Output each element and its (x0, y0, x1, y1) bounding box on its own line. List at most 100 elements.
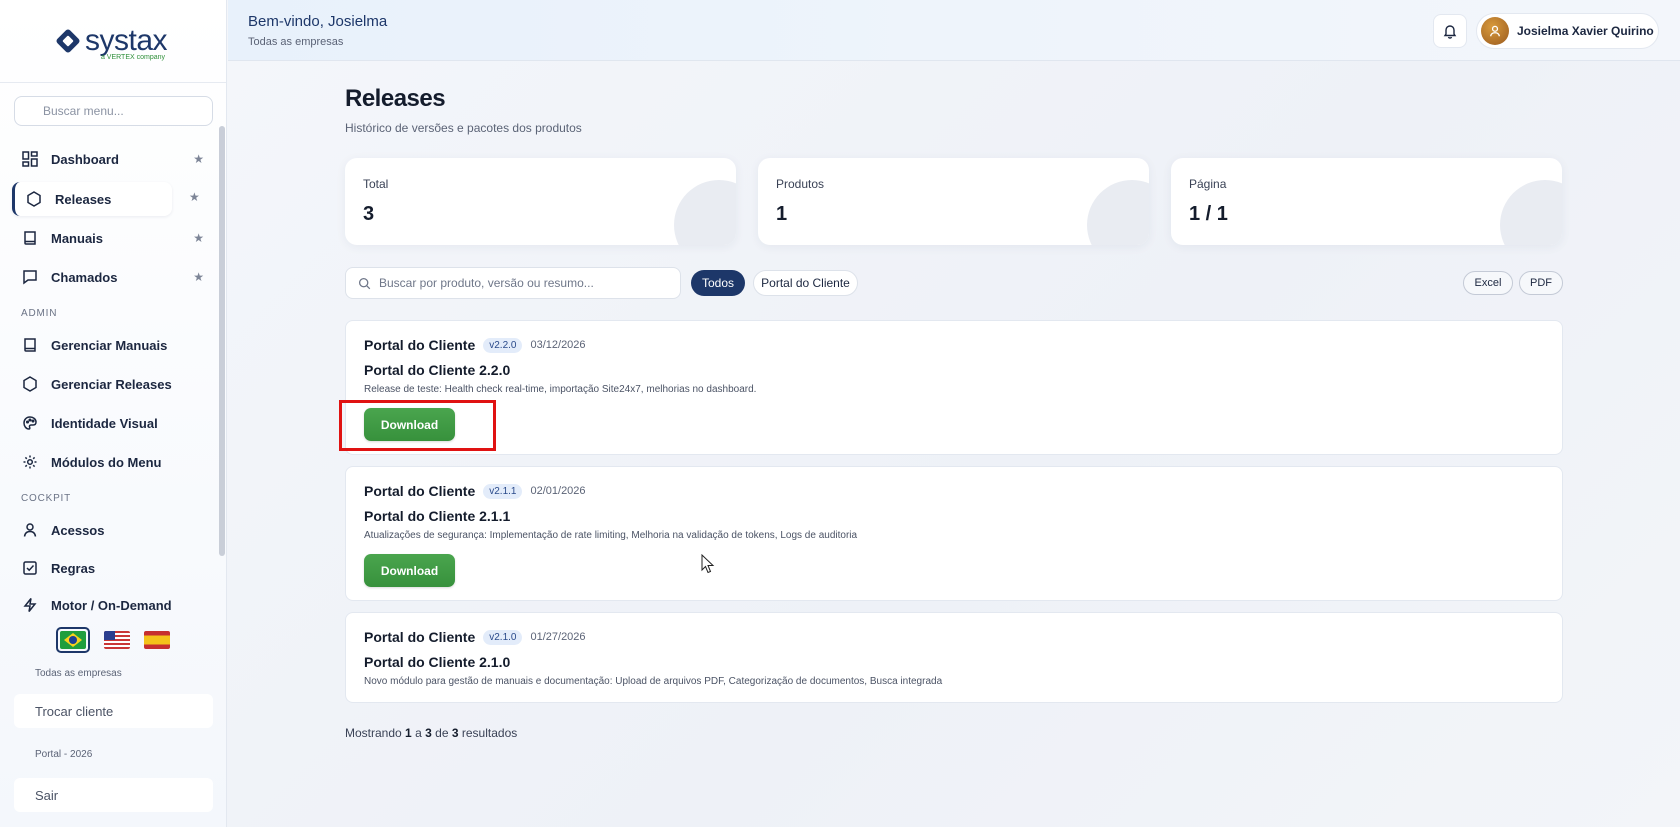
sidebar-item-manuais[interactable]: Manuais ★ (12, 221, 212, 255)
logo-mark-icon (55, 27, 81, 54)
star-icon[interactable]: ★ (193, 231, 204, 245)
stat-value: 3 (363, 203, 375, 225)
sidebar-item-label: Identidade Visual (51, 415, 158, 431)
welcome-text: Bem-vindo, Josielma (248, 13, 388, 30)
portal-year-label: Portal - 2026 (35, 749, 93, 760)
language-pt-br[interactable] (56, 627, 90, 653)
language-switcher (56, 627, 170, 653)
release-title: Portal do Cliente 2.1.1 (364, 508, 511, 524)
version-badge: v2.1.1 (483, 483, 523, 499)
star-icon[interactable]: ★ (193, 270, 204, 284)
release-product: Portal do Cliente (364, 337, 476, 353)
bell-icon (1442, 23, 1458, 39)
sidebar-item-dashboard[interactable]: Dashboard ★ (12, 142, 212, 176)
stat-card-total: Total 3 (345, 158, 736, 245)
pagination-sep: a (415, 726, 422, 740)
stat-label: Página (1189, 177, 1227, 191)
company-scope-label: Todas as empresas (35, 668, 122, 679)
avatar (1481, 17, 1509, 45)
logo-tagline: a VERTEX company (100, 53, 166, 61)
sidebar-scrollbar[interactable] (219, 126, 225, 556)
release-card: Portal do Cliente v2.2.0 03/12/2026 Port… (345, 320, 1563, 455)
pagination-prefix: Mostrando (345, 726, 402, 740)
release-search-input[interactable]: Buscar por produto, versão ou resumo... (345, 267, 681, 299)
welcome-scope: Todas as empresas (248, 36, 344, 48)
menu-search-input[interactable]: Buscar menu... (14, 96, 213, 126)
export-excel-button[interactable]: Excel (1463, 271, 1513, 295)
mouse-cursor-icon (701, 553, 715, 579)
section-label-admin: ADMIN (21, 308, 58, 319)
sidebar-item-label: Motor / On-Demand (51, 597, 172, 613)
sidebar-item-label: Manuais (51, 230, 104, 246)
sidebar-item-gerenciar-releases[interactable]: Gerenciar Releases (12, 367, 212, 401)
pagination-suffix: resultados (461, 726, 518, 740)
card-decoration (674, 180, 736, 245)
sidebar-item-gerenciar-manuais[interactable]: Gerenciar Manuais (12, 328, 212, 362)
release-date: 03/12/2026 (530, 339, 586, 351)
pagination-total: 3 (451, 726, 459, 740)
book-icon (20, 228, 40, 248)
topbar: Bem-vindo, Josielma Todas as empresas Jo… (228, 0, 1680, 61)
sidebar-item-regras[interactable]: Regras (12, 551, 212, 585)
star-icon[interactable]: ★ (189, 190, 200, 204)
logo-text: systax (84, 23, 168, 57)
stat-card-pagina: Página 1 / 1 (1171, 158, 1562, 245)
usa-flag-icon[interactable] (104, 631, 130, 649)
stat-label: Total (363, 177, 389, 191)
version-badge: v2.2.0 (483, 337, 523, 353)
sidebar-item-modulos-do-menu[interactable]: Módulos do Menu (12, 445, 212, 479)
user-menu[interactable]: Josielma Xavier Quirino (1476, 13, 1659, 49)
menu-search-placeholder: Buscar menu... (43, 104, 124, 118)
user-name: Josielma Xavier Quirino (1517, 24, 1654, 38)
pagination-to: 3 (425, 726, 432, 740)
page-subtitle: Histórico de versões e pacotes dos produ… (345, 121, 582, 135)
release-card: Portal do Cliente v2.1.1 02/01/2026 Port… (345, 466, 1563, 601)
filter-chip-todos[interactable]: Todos (691, 270, 745, 296)
release-date: 01/27/2026 (530, 631, 586, 643)
sidebar-item-label: Dashboard (51, 151, 119, 167)
release-description: Atualizações de segurança: Implementação… (364, 530, 858, 541)
release-description: Novo módulo para gestão de manuais e doc… (364, 676, 943, 687)
release-title: Portal do Cliente 2.1.0 (364, 654, 511, 670)
hexagon-icon (20, 374, 40, 394)
stat-value: 1 / 1 (1189, 203, 1228, 225)
export-pdf-button[interactable]: PDF (1519, 271, 1563, 295)
sidebar-item-label: Gerenciar Manuais (51, 337, 168, 353)
sidebar-item-label: Releases (55, 191, 112, 207)
switch-client-button[interactable]: Trocar cliente (14, 694, 213, 728)
section-label-cockpit: COCKPIT (21, 493, 72, 504)
sidebar-item-motor-on-demand[interactable]: Motor / On-Demand (12, 588, 212, 622)
release-date: 02/01/2026 (530, 485, 586, 497)
stat-label: Produtos (776, 177, 825, 191)
filter-chip-portal-do-cliente[interactable]: Portal do Cliente (753, 270, 858, 296)
page-title: Releases (345, 85, 446, 112)
release-product: Portal do Cliente (364, 483, 476, 499)
stat-value: 1 (776, 203, 788, 225)
logo[interactable]: systax a VERTEX company (0, 0, 226, 83)
download-button[interactable]: Download (364, 554, 455, 587)
lightning-icon (20, 595, 40, 615)
pagination-from: 1 (405, 726, 412, 740)
gear-icon (20, 452, 40, 472)
notifications-button[interactable] (1433, 14, 1467, 48)
palette-icon (20, 413, 40, 433)
star-icon[interactable]: ★ (193, 152, 204, 166)
release-card: Portal do Cliente v2.1.0 01/27/2026 Port… (345, 612, 1563, 703)
sidebar-item-identidade-visual[interactable]: Identidade Visual (12, 406, 212, 440)
sidebar-item-chamados[interactable]: Chamados ★ (12, 260, 212, 294)
version-badge: v2.1.0 (483, 629, 523, 645)
search-placeholder: Buscar por produto, versão ou resumo... (379, 276, 594, 290)
sidebar-item-acessos[interactable]: Acessos (12, 513, 212, 547)
highlight-annotation (339, 400, 496, 451)
hexagon-icon (24, 189, 44, 209)
spain-flag-icon[interactable] (144, 631, 170, 649)
user-icon (20, 520, 40, 540)
release-description: Release de teste: Health check real-time… (364, 384, 757, 395)
release-title: Portal do Cliente 2.2.0 (364, 362, 511, 378)
card-decoration (1087, 180, 1149, 245)
sidebar-item-label: Acessos (51, 522, 105, 538)
checkbox-icon (20, 558, 40, 578)
stat-card-produtos: Produtos 1 (758, 158, 1149, 245)
sidebar-item-releases[interactable]: Releases (12, 182, 172, 216)
logout-button[interactable]: Sair (14, 778, 213, 812)
